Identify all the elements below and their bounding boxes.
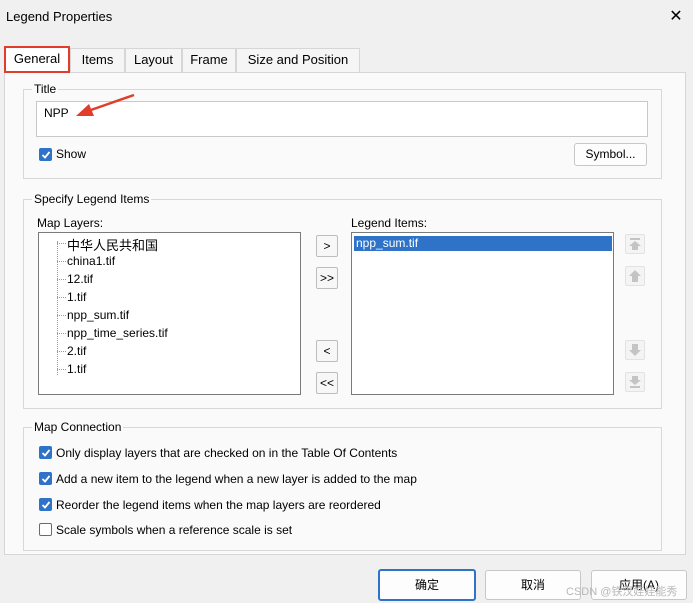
only-display-checked-checkbox[interactable] [39, 446, 52, 459]
legend-items-group-label: Specify Legend Items [32, 192, 152, 206]
tree-branch [57, 351, 66, 352]
map-layer-item[interactable]: npp_sum.tif [67, 308, 129, 322]
tab-size-and-position[interactable]: Size and Position [236, 48, 360, 72]
map-layer-item[interactable]: 中华人民共和国 [67, 235, 158, 254]
map-layer-item[interactable]: china1.tif [67, 254, 115, 268]
move-down-icon[interactable] [625, 340, 645, 360]
legend-items-list[interactable]: npp_sum.tif [351, 232, 614, 395]
move-to-bottom-icon[interactable] [625, 372, 645, 392]
map-layer-item[interactable]: 1.tif [67, 362, 86, 376]
reorder-items-checkbox[interactable] [39, 498, 52, 511]
map-layers-label: Map Layers: [37, 216, 104, 230]
add-new-item-label: Add a new item to the legend when a new … [56, 472, 417, 486]
add-new-item-checkbox[interactable] [39, 472, 52, 485]
symbol-button[interactable]: Symbol... [574, 143, 647, 166]
move-up-icon[interactable] [625, 266, 645, 286]
map-layer-item[interactable]: 2.tif [67, 344, 86, 358]
remove-item-button[interactable]: < [316, 340, 338, 362]
scale-symbols-checkbox[interactable] [39, 523, 52, 536]
only-display-checked-label: Only display layers that are checked on … [56, 446, 398, 460]
tab-layout[interactable]: Layout [125, 48, 182, 72]
watermark: CSDN @铁汉娃娃能秀 [566, 586, 678, 598]
scale-symbols-label: Scale symbols when a reference scale is … [56, 523, 293, 537]
show-label: Show [56, 147, 87, 161]
tab-items[interactable]: Items [70, 48, 125, 72]
close-icon[interactable]: ✕ [664, 6, 688, 28]
ok-button[interactable]: 确定 [378, 569, 476, 601]
show-checkbox[interactable] [39, 148, 52, 161]
tree-branch [57, 279, 66, 280]
tree-branch [57, 369, 66, 370]
title-group-label: Title [32, 82, 59, 96]
tree-branch [57, 297, 66, 298]
map-layers-list[interactable]: 中华人民共和国 china1.tif 12.tif 1.tif npp_sum.… [38, 232, 301, 395]
tab-general[interactable]: General [4, 46, 70, 73]
map-layer-item[interactable]: npp_time_series.tif [67, 326, 168, 340]
legend-items-label: Legend Items: [351, 216, 428, 230]
tab-frame[interactable]: Frame [182, 48, 236, 72]
window-title: Legend Properties [6, 9, 113, 24]
tree-branch [57, 315, 66, 316]
add-item-button[interactable]: > [316, 235, 338, 257]
annotation-arrow-icon [76, 93, 135, 116]
add-all-items-button[interactable]: >> [316, 267, 338, 289]
tree-branch [57, 333, 66, 334]
map-connection-label: Map Connection [32, 420, 124, 434]
tree-branch [57, 261, 66, 262]
move-to-top-icon[interactable] [625, 234, 645, 254]
legend-item-selected[interactable]: npp_sum.tif [354, 236, 612, 251]
map-layer-item[interactable]: 1.tif [67, 290, 86, 304]
map-layer-item[interactable]: 12.tif [67, 272, 93, 286]
title-bar: Legend Properties ✕ [0, 0, 693, 34]
remove-all-items-button[interactable]: << [316, 372, 338, 394]
tree-branch [57, 243, 66, 244]
reorder-items-label: Reorder the legend items when the map la… [56, 498, 381, 512]
